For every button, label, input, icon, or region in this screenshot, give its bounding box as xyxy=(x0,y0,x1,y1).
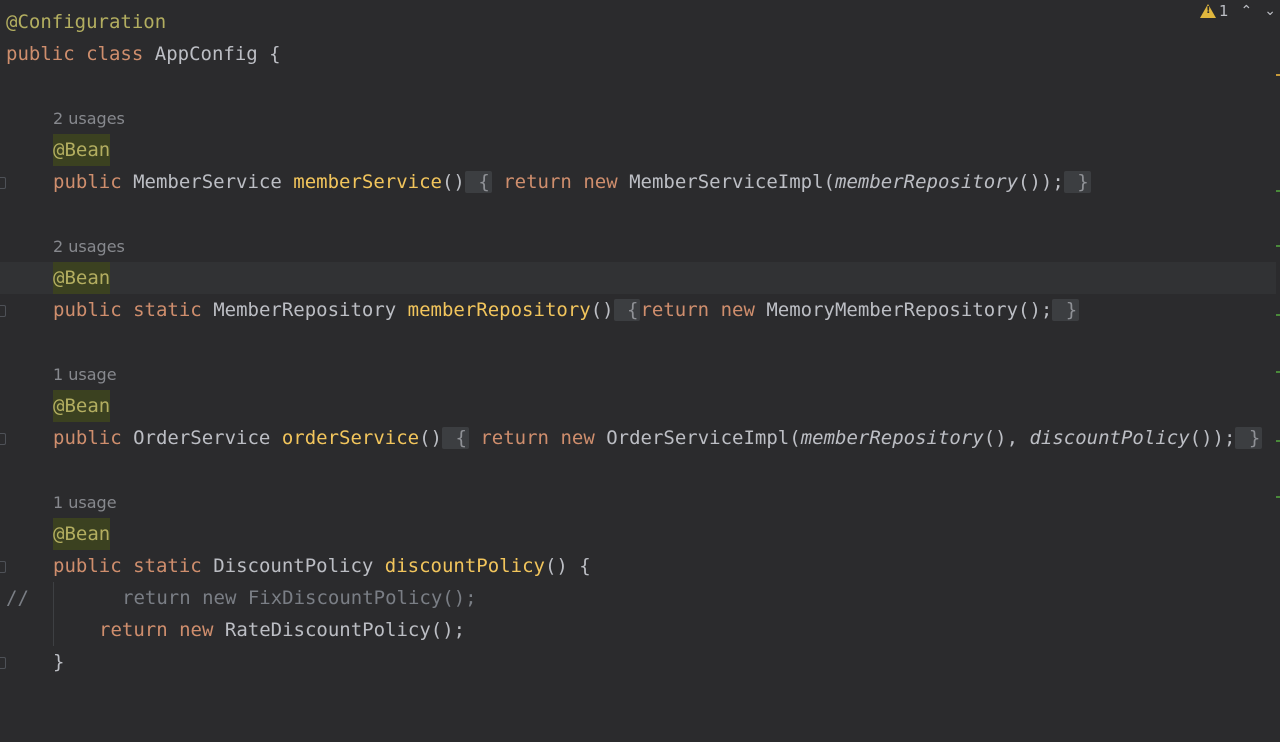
scrollbar-change-mark[interactable] xyxy=(1276,371,1280,373)
scrollbar-change-mark[interactable] xyxy=(1276,440,1280,442)
commented-code: return new FixDiscountPolicy(); xyxy=(122,587,477,609)
code-line[interactable]: // return new FixDiscountPolicy(); xyxy=(0,582,1276,614)
scrollbar-change-mark[interactable] xyxy=(1276,190,1280,192)
comment-prefix: // xyxy=(6,587,29,609)
code-line[interactable]: public static MemberRepository memberRep… xyxy=(0,294,1276,326)
folded-region[interactable]: { xyxy=(442,427,469,449)
code-line[interactable]: @Bean xyxy=(0,518,1276,550)
current-code-line[interactable]: @Bean xyxy=(0,262,1276,294)
code-line: 2 usages xyxy=(0,231,1276,263)
bean-annotation: @Bean xyxy=(53,262,111,294)
fold-marker[interactable] xyxy=(0,177,6,189)
member-repository-method: public static MemberRepository memberRep… xyxy=(53,299,1080,321)
code-line: 2 usages xyxy=(0,103,1276,135)
configuration-annotation: @Configuration xyxy=(6,11,167,33)
usages-hint[interactable]: 2 usages xyxy=(53,231,125,263)
code-line[interactable]: @Bean xyxy=(0,390,1276,422)
scrollbar-change-mark[interactable] xyxy=(1276,496,1280,498)
fold-marker[interactable] xyxy=(0,561,6,573)
scrollbar-change-mark[interactable] xyxy=(1276,314,1280,316)
folded-region[interactable]: } xyxy=(1052,299,1080,321)
folded-region[interactable]: } xyxy=(1063,171,1091,193)
bean-annotation: @Bean xyxy=(53,518,111,550)
code-line[interactable]: @Configuration xyxy=(0,6,1276,38)
member-service-method: public MemberService memberService() { r… xyxy=(53,171,1091,193)
code-line[interactable]: return new RateDiscountPolicy(); xyxy=(0,614,1276,646)
code-line[interactable]: } xyxy=(0,646,1276,678)
code-line[interactable]: public class AppConfig { xyxy=(0,38,1276,70)
class-declaration: public class AppConfig { xyxy=(6,43,281,65)
code-line[interactable]: @Bean xyxy=(0,134,1276,166)
code-line[interactable]: public MemberService memberService() { r… xyxy=(0,166,1276,198)
usages-hint[interactable]: 1 usage xyxy=(53,487,117,519)
code-line[interactable]: public OrderService orderService() { ret… xyxy=(0,422,1276,454)
scrollbar-warning-mark[interactable] xyxy=(1276,74,1280,76)
closing-brace: } xyxy=(53,651,65,673)
code-line: 1 usage xyxy=(0,487,1276,519)
folded-region[interactable]: } xyxy=(1235,427,1263,449)
fold-marker[interactable] xyxy=(0,305,6,317)
return-statement: return new RateDiscountPolicy(); xyxy=(99,619,466,641)
usages-hint[interactable]: 2 usages xyxy=(53,103,125,135)
order-service-method: public OrderService orderService() { ret… xyxy=(53,427,1263,449)
folded-region[interactable]: { xyxy=(464,171,492,193)
folded-region[interactable]: { xyxy=(613,299,641,321)
bean-annotation: @Bean xyxy=(53,390,111,422)
fold-marker[interactable] xyxy=(0,657,6,669)
discount-policy-method: public static DiscountPolicy discountPol… xyxy=(53,555,591,577)
fold-marker[interactable] xyxy=(0,433,6,445)
code-line[interactable]: public static DiscountPolicy discountPol… xyxy=(0,550,1276,582)
usages-hint[interactable]: 1 usage xyxy=(53,359,117,391)
scrollbar-change-mark[interactable] xyxy=(1276,245,1280,247)
bean-annotation: @Bean xyxy=(53,134,111,166)
code-line: 1 usage xyxy=(0,359,1276,391)
indent-guide xyxy=(53,582,54,646)
